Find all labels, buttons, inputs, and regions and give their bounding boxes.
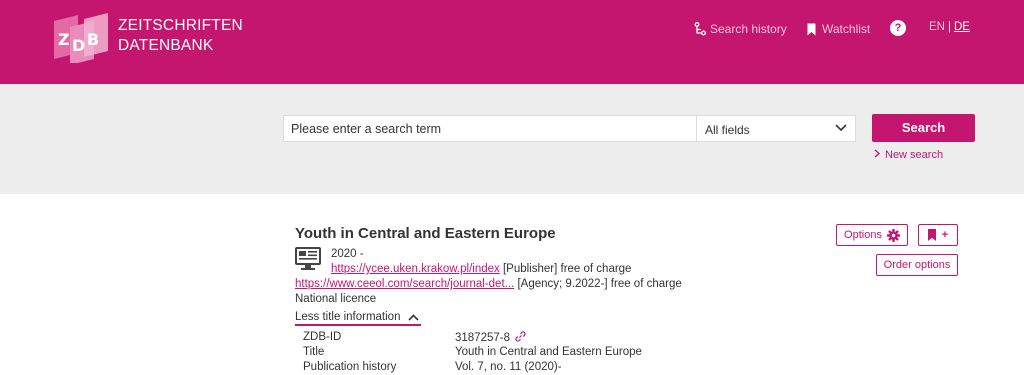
bookmark-icon [927, 229, 936, 241]
access-row-2: https://www.ceeol.com/search/journal-det… [295, 278, 682, 290]
new-search-label: New search [885, 149, 944, 161]
help-icon[interactable]: ? [890, 20, 906, 36]
search-field-select[interactable]: All fields [696, 115, 856, 142]
language-switcher: EN | DE [929, 21, 970, 33]
lang-de-link[interactable]: DE [954, 21, 970, 33]
search-button[interactable]: Search [872, 114, 975, 142]
history-icon [694, 22, 706, 36]
less-title-info-label: Less title information [295, 311, 401, 323]
search-field-value: All fields [705, 123, 750, 137]
lang-en-link[interactable]: EN [929, 21, 945, 33]
agency-url-note: [Agency; 9.2022-] free of charge [517, 278, 682, 290]
meta-label-publication-history: Publication history [303, 361, 397, 373]
online-resource-icon [295, 247, 321, 270]
zdb-id-value: 3187257-8 [455, 332, 510, 344]
plus-icon: + [941, 229, 949, 241]
link-icon[interactable] [515, 331, 526, 342]
meta-value-publication-history: Vol. 7, no. 11 (2020)- [455, 361, 562, 373]
search-input[interactable]: Please enter a search term [283, 115, 696, 142]
less-title-info-toggle[interactable]: Less title information [295, 311, 421, 326]
site-header: Z D B ZEITSCHRIFTEN DATENBANK Search his… [0, 0, 1024, 84]
watchlist-label: Watchlist [822, 22, 871, 36]
licence-text: National licence [295, 293, 377, 305]
publisher-url-note: [Publisher] free of charge [502, 263, 632, 275]
meta-value-zdb-id: 3187257-8 [455, 331, 526, 344]
access-row-1: https://ycee.uken.krakow.pl/index [Publi… [331, 263, 631, 275]
svg-text:D: D [72, 36, 85, 55]
search-area: Please enter a search term All fields Se… [0, 84, 1024, 194]
meta-label-title: Title [303, 346, 325, 358]
publisher-url-link[interactable]: https://ycee.uken.krakow.pl/index [331, 263, 500, 275]
options-label: Options [844, 229, 882, 241]
brand-name[interactable]: ZEITSCHRIFTEN DATENBANK [118, 16, 243, 56]
add-to-watchlist-button[interactable]: + [918, 224, 958, 246]
agency-url-link[interactable]: https://www.ceeol.com/search/journal-det… [295, 278, 514, 290]
meta-value-title: Youth in Central and Eastern Europe [455, 346, 642, 358]
brand-line2: DATENBANK [118, 37, 214, 54]
result-title[interactable]: Youth in Central and Eastern Europe [295, 225, 556, 242]
chevron-right-icon [874, 149, 880, 158]
publication-years: 2020 - [331, 248, 364, 260]
gear-icon [886, 228, 900, 242]
chevron-down-icon [835, 124, 847, 132]
new-search-link[interactable]: New search [874, 149, 943, 161]
svg-text:B: B [87, 30, 99, 49]
bookmark-icon [807, 23, 816, 35]
lang-separator: | [947, 21, 951, 33]
search-history-link[interactable]: Search history [694, 20, 787, 38]
zdb-logo-icon[interactable]: Z D B [52, 13, 110, 63]
chevron-up-icon [408, 314, 419, 321]
options-button[interactable]: Options [836, 224, 908, 246]
brand-line1: ZEITSCHRIFTEN [118, 17, 243, 34]
svg-text:Z: Z [58, 30, 70, 49]
meta-label-zdb-id: ZDB-ID [303, 331, 342, 343]
search-history-label: Search history [710, 22, 787, 36]
order-options-button[interactable]: Order options [876, 254, 958, 276]
watchlist-link[interactable]: Watchlist [807, 20, 870, 38]
